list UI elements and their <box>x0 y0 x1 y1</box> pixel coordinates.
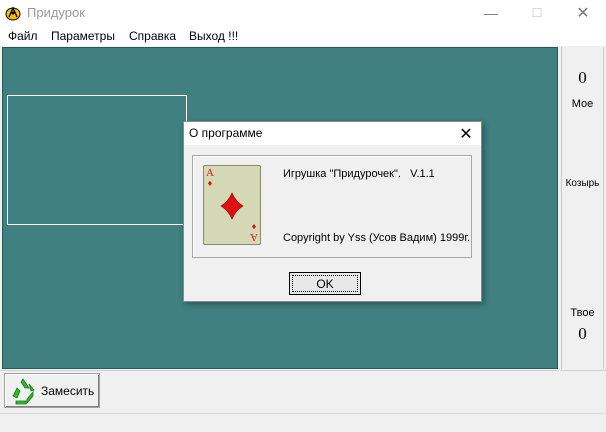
card-corner-top: A ♦ <box>206 168 214 189</box>
shuffle-button[interactable]: Замесить <box>4 373 100 408</box>
your-score: 0 <box>578 324 587 343</box>
dialog-info-panel: A ♦ A ♦ Игрушка "Придурочек". V.1.1 Copy… <box>192 155 472 258</box>
ok-button[interactable]: OK <box>289 272 361 295</box>
diamond-icon: ♦ <box>207 178 213 188</box>
cards-app-icon <box>5 6 21 21</box>
play-area-frame <box>7 95 187 225</box>
my-score: 0 <box>578 68 587 87</box>
dialog-close-button[interactable]: ✕ <box>452 123 480 144</box>
ok-label: OK <box>292 275 358 292</box>
dialog-title: О программе <box>189 126 263 140</box>
about-dialog: О программе ✕ A ♦ A ♦ Игрушка "Придуроче… <box>183 121 482 302</box>
about-copyright-text: Copyright by Yss (Усов Вадим) 1999г. <box>283 232 471 244</box>
card-corner-bottom: A ♦ <box>250 222 258 243</box>
menu-exit[interactable]: Выход !!! <box>189 29 238 43</box>
title-bar[interactable]: Придурок — ☐ ✕ <box>0 0 606 26</box>
menu-file[interactable]: Файл <box>8 29 38 43</box>
diamond-icon <box>220 192 244 220</box>
diamond-icon: ♦ <box>251 222 257 232</box>
your-label: Твое <box>570 307 595 319</box>
ace-of-diamonds-card: A ♦ A ♦ <box>203 165 261 245</box>
minimize-button[interactable]: — <box>468 0 514 26</box>
maximize-button[interactable]: ☐ <box>514 0 560 26</box>
dialog-title-bar[interactable]: О программе ✕ <box>184 122 481 145</box>
trump-label: Козырь <box>565 178 600 189</box>
shuffle-label: Замесить <box>41 383 95 398</box>
menu-bar: Файл Параметры Справка Выход !!! <box>0 26 606 46</box>
window-title: Придурок <box>27 5 85 20</box>
card-rank: A <box>250 231 258 243</box>
menu-settings[interactable]: Параметры <box>51 29 115 43</box>
my-label: Мое <box>571 98 594 110</box>
menu-help[interactable]: Справка <box>129 29 176 43</box>
about-version-text: Игрушка "Придурочек". V.1.1 <box>283 168 435 180</box>
status-bar <box>0 413 606 432</box>
score-panel: 0 Мое Козырь Твое 0 <box>561 47 604 369</box>
recycle-icon <box>12 377 35 404</box>
close-button[interactable]: ✕ <box>560 0 606 26</box>
